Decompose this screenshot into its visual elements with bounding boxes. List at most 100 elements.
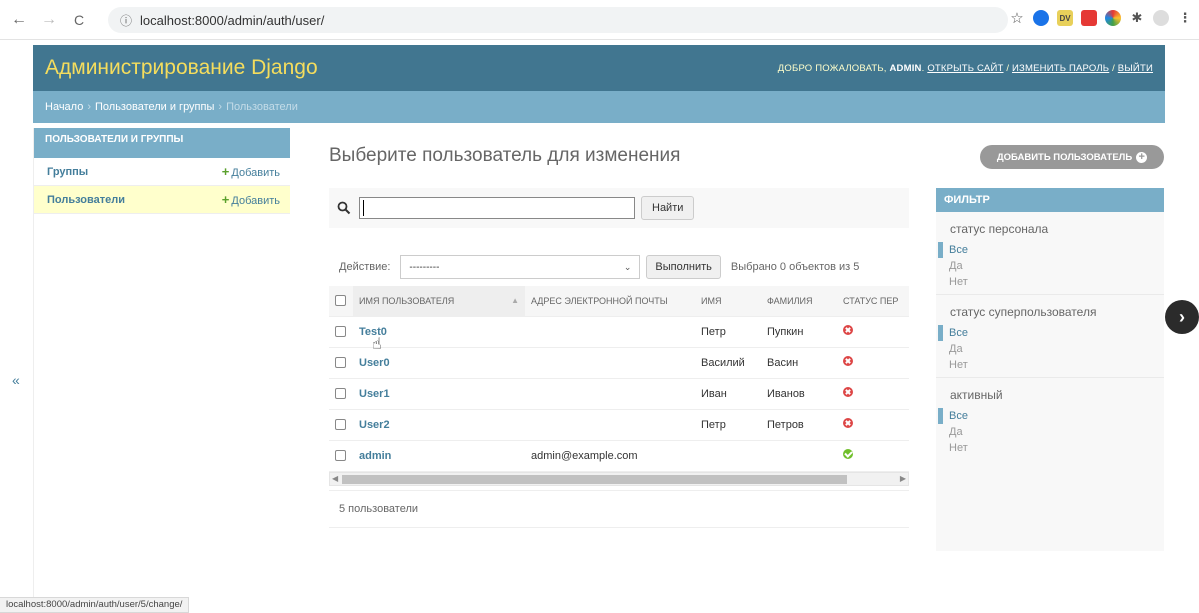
address-bar[interactable]: ⓘ localhost:8000/admin/auth/user/: [108, 7, 1008, 33]
row-select-cell: [329, 409, 353, 441]
filter-option-yes[interactable]: Да: [938, 424, 1164, 440]
video-extension-icon[interactable]: [1081, 10, 1097, 26]
row-select-cell: [329, 316, 353, 348]
filter-panel: ФИЛЬТР статус персонала Все Да Нет стату…: [936, 188, 1164, 551]
browser-menu-icon[interactable]: ⋮: [1177, 10, 1193, 26]
separator: /: [1003, 62, 1013, 74]
staff-status-cell: [837, 409, 909, 441]
column-header-username[interactable]: ИМЯ ПОЛЬЗОВАТЕЛЯ ▲: [353, 286, 525, 317]
row-checkbox[interactable]: [335, 388, 346, 400]
opera-extension-icon[interactable]: [1033, 10, 1049, 26]
filter-option-no[interactable]: Нет: [938, 274, 1164, 290]
reload-icon[interactable]: C: [68, 9, 90, 31]
collapse-sidebar-icon[interactable]: «: [12, 372, 20, 388]
username-cell: User2: [353, 409, 525, 441]
column-header-first-name[interactable]: ИМЯ: [695, 286, 761, 317]
logout-link[interactable]: ВЫЙТИ: [1118, 63, 1153, 74]
table-row: admin admin@example.com: [329, 440, 909, 472]
run-action-button[interactable]: Выполнить: [646, 255, 721, 279]
sidebar-caption[interactable]: ПОЛЬЗОВАТЕЛИ И ГРУППЫ: [33, 128, 290, 158]
breadcrumb-app[interactable]: Пользователи и группы: [95, 101, 214, 113]
select-all-checkbox[interactable]: [335, 295, 346, 307]
plus-icon: +: [221, 164, 230, 179]
status-no-icon: [843, 418, 853, 428]
add-user-label: ДОБАВИТЬ ПОЛЬЗОВАТЕЛЬ: [996, 151, 1133, 163]
row-select-cell: [329, 440, 353, 472]
filter-option-yes[interactable]: Да: [938, 258, 1164, 274]
view-site-link[interactable]: ОТКРЫТЬ САЙТ: [927, 63, 1003, 74]
column-header-staff[interactable]: СТАТУС ПЕР: [837, 286, 909, 317]
breadcrumb-current: Пользователи: [226, 101, 298, 113]
scroll-left-icon[interactable]: ◀: [332, 474, 338, 483]
breadcrumb-home[interactable]: Начало: [45, 101, 83, 113]
selected-count: Выбрано 0 объектов из 5: [730, 261, 860, 273]
bookmark-star-icon[interactable]: ☆: [1009, 10, 1025, 27]
row-checkbox[interactable]: [335, 357, 346, 369]
admin-header: Администрирование Django ДОБРО ПОЖАЛОВАТ…: [33, 45, 1165, 91]
sort-up-icon[interactable]: ▲: [511, 296, 519, 305]
search-toolbar: Найти: [329, 188, 909, 228]
add-group-link[interactable]: + Добавить: [222, 164, 280, 179]
column-header-email[interactable]: АДРЕС ЭЛЕКТРОННОЙ ПОЧТЫ: [525, 286, 695, 317]
scrollbar-thumb[interactable]: [342, 475, 847, 484]
filter-option-label: Да: [949, 343, 963, 355]
plus-icon: +: [221, 192, 230, 207]
filter-option-all[interactable]: Все: [938, 408, 1164, 424]
sidebar-item-label[interactable]: Группы: [47, 166, 88, 178]
search-input[interactable]: [359, 197, 635, 219]
filter-option-label: Все: [949, 410, 968, 422]
username-link[interactable]: User0: [359, 357, 390, 369]
change-password-link[interactable]: ИЗМЕНИТЬ ПАРОЛЬ: [1012, 63, 1109, 74]
filter-option-yes[interactable]: Да: [938, 341, 1164, 357]
site-name[interactable]: Администрирование Django: [45, 56, 318, 80]
scroll-right-icon[interactable]: ▶: [900, 474, 906, 483]
username-link[interactable]: admin: [359, 450, 391, 462]
action-label: Действие:: [339, 261, 391, 273]
filter-option-label: Все: [949, 244, 968, 256]
email-cell: admin@example.com: [525, 440, 695, 472]
filter-option-no[interactable]: Нет: [938, 440, 1164, 456]
chevron-right-icon[interactable]: ›: [1165, 300, 1199, 334]
column-header-last-name[interactable]: ФАМИЛИЯ: [761, 286, 837, 317]
row-checkbox[interactable]: [335, 450, 346, 462]
email-cell: [525, 409, 695, 441]
horizontal-scrollbar[interactable]: ◀ ▶: [329, 472, 909, 486]
first-name-cell: Петр: [695, 409, 761, 441]
filter-option-no[interactable]: Нет: [938, 357, 1164, 373]
last-name-cell: Васин: [761, 347, 837, 379]
last-name-cell: Петров: [761, 409, 837, 441]
filter-option-label: Нет: [949, 276, 968, 288]
table-header: ИМЯ ПОЛЬЗОВАТЕЛЯ ▲ АДРЕС ЭЛЕКТРОННОЙ ПОЧТ…: [329, 286, 909, 317]
row-checkbox[interactable]: [335, 419, 346, 431]
filter-option-label: Нет: [949, 442, 968, 454]
search-button[interactable]: Найти: [641, 196, 695, 220]
filter-option-all[interactable]: Все: [938, 242, 1164, 258]
profile-avatar-icon[interactable]: [1153, 10, 1169, 26]
username-link[interactable]: User1: [359, 388, 390, 400]
filter-group-title: активный: [950, 388, 1003, 402]
filter-option-label: Все: [949, 327, 968, 339]
forward-arrow-icon[interactable]: →: [38, 9, 60, 31]
status-no-icon: [843, 387, 853, 397]
puzzle-extension-icon[interactable]: ✱: [1129, 10, 1145, 26]
add-user-button[interactable]: ДОБАВИТЬ ПОЛЬЗОВАТЕЛЬ +: [980, 145, 1164, 169]
results-table: ИМЯ ПОЛЬЗОВАТЕЛЯ ▲ АДРЕС ЭЛЕКТРОННОЙ ПОЧТ…: [329, 286, 909, 472]
dv-extension-icon[interactable]: DV: [1057, 10, 1073, 26]
back-arrow-icon[interactable]: ←: [8, 9, 30, 31]
add-user-link[interactable]: + Добавить: [222, 192, 280, 207]
first-name-cell: Петр: [695, 316, 761, 348]
column-label: ИМЯ ПОЛЬЗОВАТЕЛЯ: [359, 295, 455, 306]
sidebar-item-label[interactable]: Пользователи: [47, 194, 125, 206]
filter-group-staff: статус персонала Все Да Нет: [936, 212, 1164, 295]
last-name-cell: Иванов: [761, 378, 837, 410]
info-icon[interactable]: ⓘ: [120, 12, 132, 29]
filter-option-all[interactable]: Все: [938, 325, 1164, 341]
username-link[interactable]: User2: [359, 419, 390, 431]
row-checkbox[interactable]: [335, 326, 346, 338]
color-extension-icon[interactable]: [1105, 10, 1121, 26]
table-row: Test0 Петр Пупкин: [329, 316, 909, 348]
welcome-text: ДОБРО ПОЖАЛОВАТЬ,: [777, 62, 887, 74]
action-select[interactable]: --------- ⌄: [400, 255, 641, 279]
table-row: User1 Иван Иванов: [329, 378, 909, 410]
status-no-icon: [843, 325, 853, 335]
